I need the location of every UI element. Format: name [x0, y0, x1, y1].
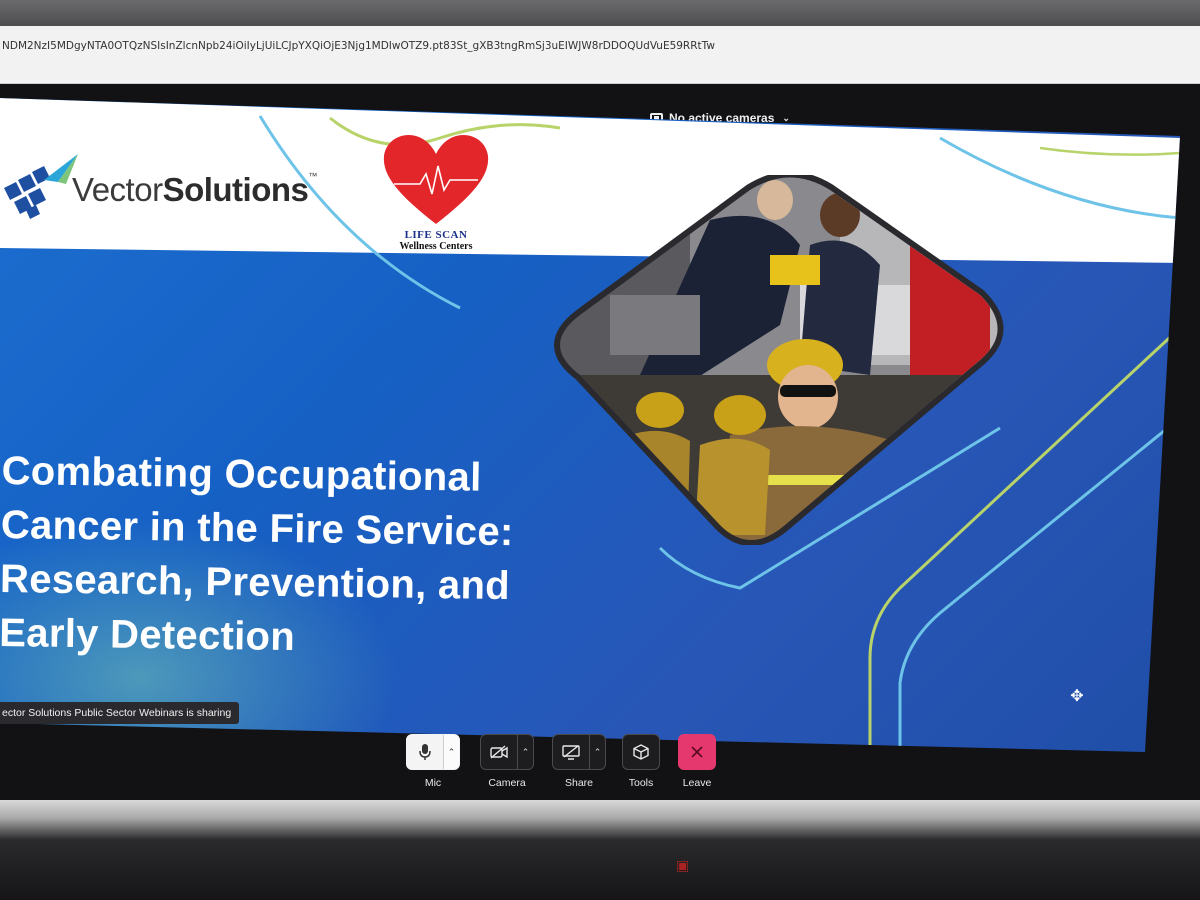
camera-button[interactable]: ⌃	[480, 734, 534, 770]
camera-control: ⌃ Camera	[480, 734, 534, 789]
mic-options-chevron-up-icon[interactable]: ⌃	[443, 735, 459, 769]
brand-bold-text: Solutions	[162, 171, 309, 208]
share-label: Share	[564, 777, 594, 789]
leave-control: Leave	[678, 734, 716, 789]
life-scan-subtitle: Wellness Centers	[399, 241, 473, 252]
tools-toggle[interactable]	[623, 735, 659, 769]
monitor-frame: NDM2NzI5MDgyNTA0OTQzNSIsInZlcnNpb24iOiIy…	[0, 0, 1200, 900]
tools-button[interactable]	[622, 734, 660, 770]
camera-label: Camera	[488, 777, 526, 789]
vector-solutions-mark-icon	[4, 154, 78, 219]
vector-solutions-wordmark: VectorSolutions™	[72, 171, 317, 209]
sharing-text: ector Solutions Public Sector Webinars i…	[2, 707, 232, 719]
share-toggle[interactable]	[553, 735, 589, 769]
slide-title: Combating Occupational Cancer in the Fir…	[0, 444, 622, 669]
vector-solutions-logo: VectorSolutions™	[0, 150, 317, 224]
camera-off-icon	[490, 745, 508, 759]
screen-share-icon	[562, 744, 580, 760]
life-scan-name: LIFE SCAN	[404, 229, 468, 241]
trademark-symbol: ™	[308, 171, 317, 181]
chevron-down-icon: ⌄	[782, 112, 790, 123]
leave-button[interactable]	[678, 734, 716, 770]
microphone-icon	[419, 744, 431, 760]
mic-label: Mic	[424, 777, 442, 789]
tools-label: Tools	[628, 777, 654, 789]
slide-title-line: Research, Prevention, and	[0, 556, 511, 609]
share-button[interactable]: ⌃	[552, 734, 606, 770]
leave-label: Leave	[682, 777, 712, 789]
browser-address-bar[interactable]: NDM2NzI5MDgyNTA0OTQzNSIsInZlcnNpb24iOiIy…	[0, 26, 1200, 84]
slide-title-line: Early Detection	[0, 610, 296, 660]
life-scan-logo: LIFE SCAN Wellness Centers	[380, 132, 492, 252]
url-text[interactable]: NDM2NzI5MDgyNTA0OTQzNSIsInZlcnNpb24iOiIy…	[2, 40, 1182, 52]
leave-toggle[interactable]	[679, 735, 715, 769]
camera-toggle[interactable]	[481, 735, 517, 769]
slide-title-line: Cancer in the Fire Service:	[0, 502, 514, 555]
brand-regular-text: Vector	[72, 171, 163, 208]
cube-icon	[633, 744, 649, 760]
share-control: ⌃ Share	[552, 734, 606, 789]
mic-toggle[interactable]	[407, 735, 443, 769]
mic-control: ⌃ Mic	[406, 734, 460, 789]
move-icon[interactable]: ✥	[1068, 688, 1086, 706]
slide-title-line: Combating Occupational	[1, 448, 482, 500]
meeting-toolbar: ⌃ Mic ⌃ Camera ⌃ Share Tools Leave	[404, 734, 724, 804]
monitor-bottom-bezel	[0, 800, 1200, 900]
mic-button[interactable]: ⌃	[406, 734, 460, 770]
tools-control: Tools	[622, 734, 660, 789]
close-icon	[691, 746, 703, 758]
sharing-banner: ector Solutions Public Sector Webinars i…	[0, 702, 240, 724]
monitor-brand-logo: ▣	[676, 858, 690, 874]
heart-icon	[383, 134, 489, 224]
share-options-chevron-up-icon[interactable]: ⌃	[589, 735, 605, 769]
camera-options-chevron-up-icon[interactable]: ⌃	[517, 735, 533, 769]
